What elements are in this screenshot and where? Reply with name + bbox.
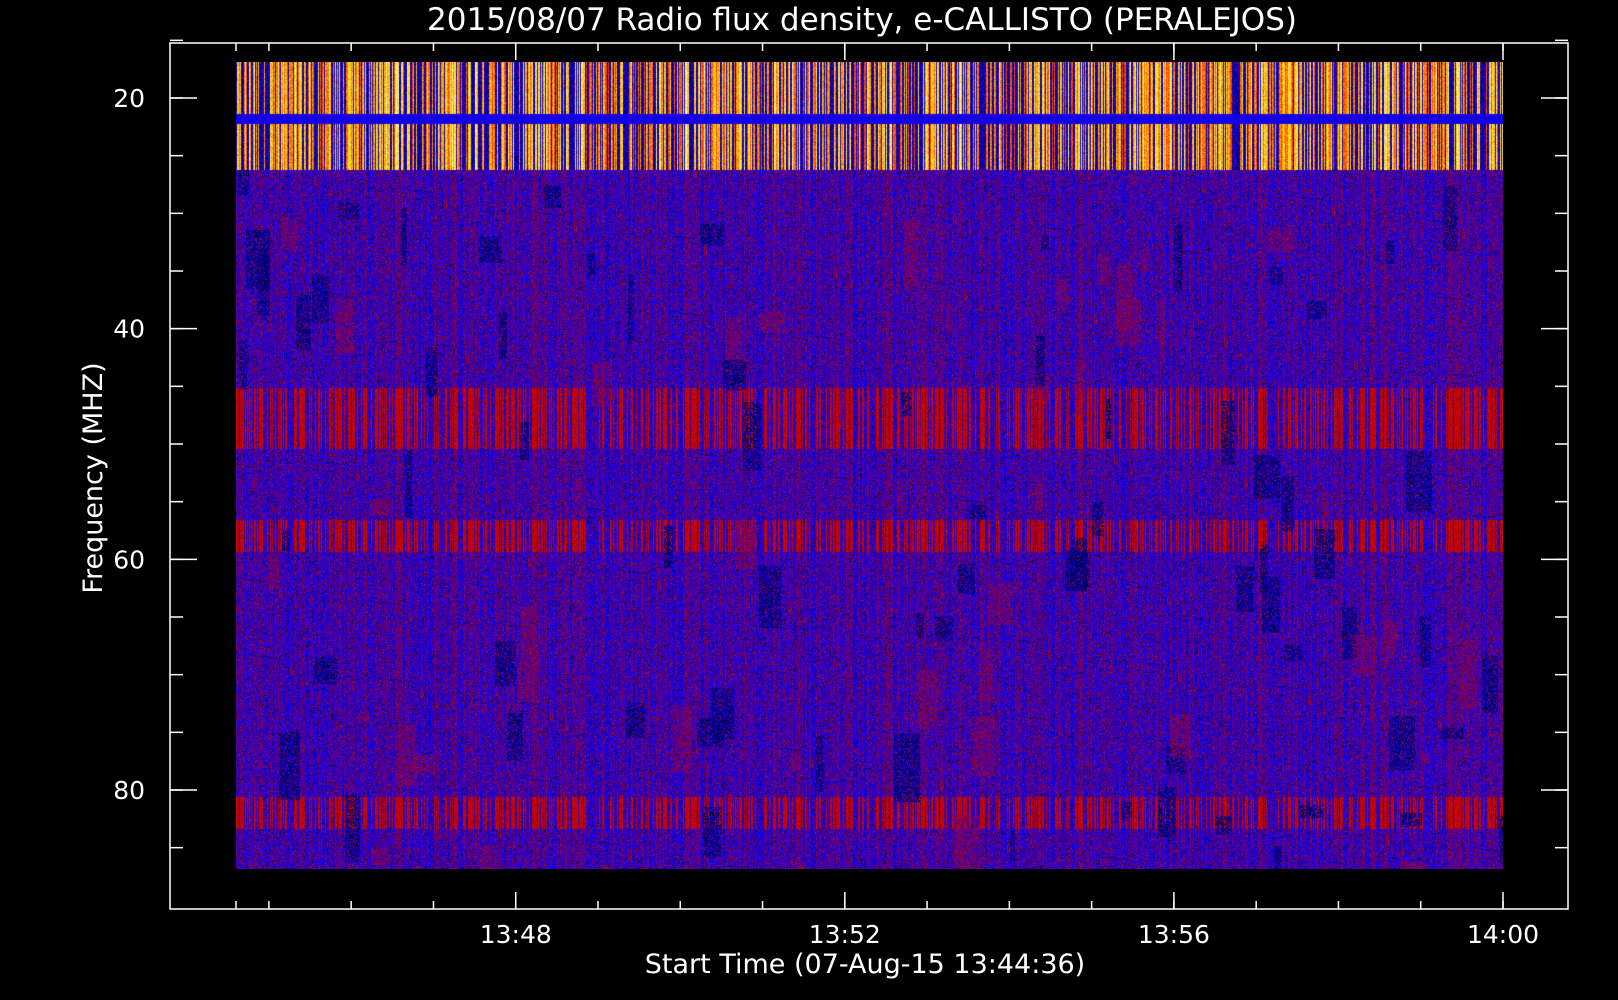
y-axis-label: Frequency (MHZ) [78, 362, 109, 593]
chart-title: 2015/08/07 Radio flux density, e-CALLIST… [427, 2, 1297, 38]
x-tick-label: 13:52 [809, 920, 881, 949]
x-axis-label: Start Time (07-Aug-15 13:44:36) [645, 949, 1085, 980]
heatmap-image [236, 62, 1503, 870]
spectrogram-chart: 2015/08/07 Radio flux density, e-CALLIST… [0, 0, 1618, 1000]
y-tick-label: 60 [113, 545, 145, 574]
y-tick-label: 40 [113, 315, 145, 344]
x-tick-label: 13:48 [480, 920, 552, 949]
y-tick-label: 80 [113, 776, 145, 805]
y-tick-label: 20 [113, 84, 145, 113]
x-tick-label: 14:00 [1467, 920, 1539, 949]
heatmap [236, 62, 1503, 870]
x-tick-label: 13:56 [1138, 920, 1210, 949]
